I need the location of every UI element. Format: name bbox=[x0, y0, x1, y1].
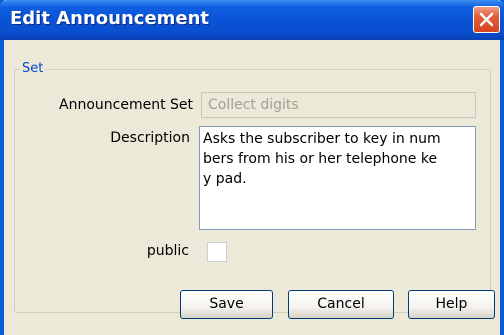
dialog-title: Edit Announcement bbox=[10, 8, 210, 29]
cancel-button[interactable]: Cancel bbox=[288, 290, 394, 319]
description-label: Description bbox=[110, 130, 190, 146]
public-label: public bbox=[146, 243, 189, 259]
description-line: y pad. bbox=[203, 171, 247, 187]
dialog-window: Edit Announcement Set Announcement Set C… bbox=[0, 0, 504, 335]
announcement-set-label: Announcement Set bbox=[59, 97, 193, 113]
description-line: Asks the subscriber to key in num bbox=[203, 131, 441, 147]
announcement-set-field: Collect digits bbox=[201, 92, 476, 118]
description-textarea[interactable]: Asks the subscriber to key in num bers f… bbox=[199, 126, 476, 230]
save-button[interactable]: Save bbox=[180, 290, 273, 319]
set-group-label: Set bbox=[20, 61, 46, 76]
help-button[interactable]: Help bbox=[408, 290, 495, 319]
dialog-content: Set Announcement Set Collect digits Desc… bbox=[4, 40, 500, 335]
public-checkbox[interactable] bbox=[207, 242, 227, 262]
description-line: bers from his or her telephone ke bbox=[203, 151, 438, 167]
close-icon bbox=[479, 12, 494, 27]
title-bar[interactable]: Edit Announcement bbox=[0, 0, 504, 40]
close-button[interactable] bbox=[473, 6, 500, 33]
